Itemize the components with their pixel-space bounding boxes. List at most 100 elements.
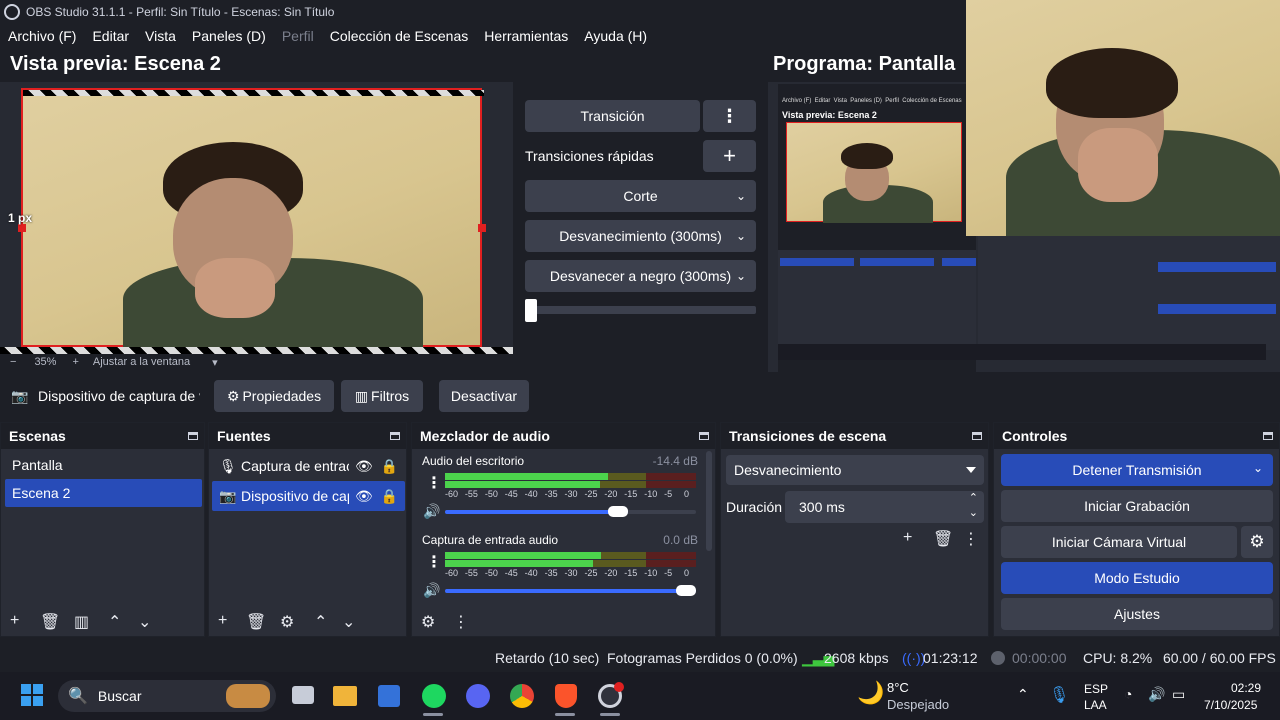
trash-icon[interactable]: 🗑 (40, 612, 74, 632)
scene-item-pantalla[interactable]: Pantalla (5, 451, 202, 479)
channel-menu-icon[interactable]: ⋮ (426, 473, 442, 493)
mixer-scrollbar[interactable] (706, 451, 712, 551)
trash-icon[interactable]: 🗑 (933, 529, 963, 549)
chrome-icon[interactable] (510, 684, 534, 708)
quick-transition-fade[interactable]: Desvanecimiento (300ms) ⌄ (525, 220, 756, 252)
running-indicator (423, 713, 443, 716)
menu-coleccion-escenas[interactable]: Colección de Escenas (330, 28, 469, 44)
stop-stream-button[interactable]: Detener Transmisión ⌄ (1001, 454, 1273, 486)
gear-icon[interactable]: ⚙ (280, 612, 314, 632)
add-transition-icon[interactable]: + (903, 529, 933, 549)
trash-icon[interactable]: 🗑 (246, 612, 280, 632)
transition-button[interactable]: Transición (525, 100, 700, 132)
resize-handle-left[interactable] (18, 224, 26, 232)
move-up-icon[interactable]: ⌃ (314, 612, 342, 632)
move-up-icon[interactable]: ⌃ (108, 612, 138, 632)
chevron-down-icon[interactable]: ⌄ (1253, 461, 1263, 475)
studio-mode-button[interactable]: Modo Estudio (1001, 562, 1273, 594)
scene-item-escena-2[interactable]: Escena 2 (5, 479, 202, 507)
stepper-icon[interactable]: ⌃ ⌄ (969, 491, 978, 521)
input-lang-2[interactable]: LAA (1084, 698, 1107, 712)
volume-slider-handle[interactable] (676, 585, 696, 596)
quick-transition-corte[interactable]: Corte ⌄ (525, 180, 756, 212)
advanced-audio-icon[interactable]: ⚙ (421, 612, 453, 632)
tbar-slider-track[interactable] (525, 306, 756, 314)
taskbar-search-box[interactable]: 🔍 Buscar (58, 680, 276, 712)
settings-button[interactable]: Ajustes (1001, 598, 1273, 630)
add-scene-icon[interactable]: + (10, 612, 40, 632)
microphone-icon[interactable]: 🎙 (1049, 685, 1069, 705)
start-virtual-camera-button[interactable]: Iniciar Cámara Virtual (1001, 526, 1237, 558)
lock-icon[interactable]: 🔒 (381, 458, 398, 475)
status-bar: Retardo (10 sec) Fotogramas Perdidos 0 (… (0, 643, 1280, 671)
speaker-icon[interactable]: 🔊 (1148, 686, 1165, 703)
chevron-up-icon[interactable]: ⌃ (1017, 686, 1029, 703)
speaker-icon[interactable]: 🔊 (423, 503, 440, 520)
channel-menu-icon[interactable]: ⋮ (426, 552, 442, 572)
menu-archivo[interactable]: Archivo (F) (8, 28, 76, 44)
clock-time[interactable]: 02:29 (1231, 681, 1261, 695)
undock-icon[interactable] (390, 432, 400, 440)
gear-icon[interactable]: ⚙ (1241, 526, 1273, 558)
duration-spinbox[interactable]: 300 ms ⌃ ⌄ (785, 491, 984, 523)
undock-icon[interactable] (699, 432, 709, 440)
more-options-icon[interactable]: ⋮ (963, 529, 979, 549)
transition-more-icon[interactable]: ⋮ (703, 100, 756, 132)
speaker-icon[interactable]: 🔊 (423, 582, 440, 599)
preview-source-frame[interactable] (21, 88, 484, 349)
undock-icon[interactable] (1263, 432, 1273, 440)
undock-icon[interactable] (188, 432, 198, 440)
eye-icon[interactable]: 👁 (355, 458, 373, 475)
chevron-down-icon[interactable]: ▾ (212, 356, 218, 369)
clock-date[interactable]: 7/10/2025 (1204, 698, 1257, 712)
zoom-fit-label[interactable]: Ajustar a la ventana (93, 356, 190, 368)
spotify-icon[interactable] (422, 684, 446, 708)
camera-icon: 📷 (219, 487, 237, 504)
menu-ayuda[interactable]: Ayuda (H) (584, 28, 647, 44)
file-explorer-icon[interactable] (333, 686, 357, 706)
transition-select[interactable]: Desvanecimiento (726, 455, 984, 485)
discord-icon[interactable] (466, 684, 490, 708)
wifi-icon[interactable]: ◔ (1124, 686, 1132, 702)
moon-weather-icon[interactable]: 🌙 (857, 680, 884, 706)
tbar-slider-handle[interactable] (525, 299, 537, 322)
zoom-out-button[interactable]: − (10, 356, 16, 368)
preview-canvas[interactable]: 1 px (0, 82, 513, 354)
microsoft-store-icon[interactable] (378, 685, 400, 707)
lock-icon[interactable]: 🔒 (381, 488, 398, 505)
scene-filters-icon[interactable]: ▥ (74, 612, 108, 632)
add-quick-transition-icon[interactable]: + (703, 140, 756, 172)
windows-start-icon[interactable] (21, 684, 43, 706)
volume-slider-handle[interactable] (608, 506, 629, 517)
menu-vista[interactable]: Vista (145, 28, 176, 44)
start-recording-button[interactable]: Iniciar Grabación (1001, 490, 1273, 522)
properties-button[interactable]: ⚙ Propiedades (214, 380, 334, 412)
resize-handle-right[interactable] (478, 224, 486, 232)
preview-label: Vista previa: Escena 2 (10, 53, 221, 75)
menu-editar[interactable]: Editar (92, 28, 129, 44)
task-view-icon[interactable] (292, 686, 314, 704)
tick-label: -25 (584, 489, 598, 499)
battery-icon[interactable]: ▭ (1172, 686, 1185, 703)
brave-icon[interactable] (555, 684, 577, 708)
input-lang-1[interactable]: ESP (1084, 682, 1108, 696)
deactivate-button[interactable]: Desactivar (439, 380, 529, 412)
more-options-icon[interactable]: ⋮ (453, 612, 469, 632)
source-list: 🎙 Captura de entrac 👁 🔒 📷 Dispositivo de… (212, 451, 405, 511)
source-item-video-capture[interactable]: 📷 Dispositivo de cap 👁 🔒 (212, 481, 405, 511)
zoom-in-button[interactable]: + (72, 356, 78, 368)
quick-transition-fade-black[interactable]: Desvanecer a negro (300ms) ⌄ (525, 260, 756, 292)
undock-icon[interactable] (972, 432, 982, 440)
tick-label: -35 (544, 568, 558, 578)
px-indicator: 1 px (8, 211, 33, 225)
move-down-icon[interactable]: ⌄ (138, 612, 168, 632)
eye-icon[interactable]: 👁 (355, 488, 373, 505)
menu-paneles[interactable]: Paneles (D) (192, 28, 266, 44)
add-source-icon[interactable]: + (218, 612, 246, 632)
tick-label: -20 (604, 568, 618, 578)
filters-button[interactable]: ▥ Filtros (341, 380, 423, 412)
move-down-icon[interactable]: ⌄ (342, 612, 370, 632)
source-item-audio-capture[interactable]: 🎙 Captura de entrac 👁 🔒 (212, 451, 405, 481)
menu-perfil[interactable]: Perfil (282, 28, 314, 44)
menu-herramientas[interactable]: Herramientas (484, 28, 568, 44)
